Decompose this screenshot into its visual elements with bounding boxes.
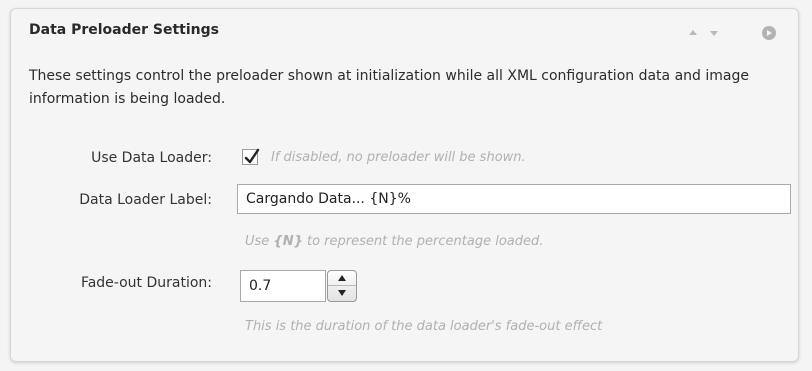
- data-loader-label-input[interactable]: [237, 184, 791, 214]
- data-loader-label-hint: Use {N} to represent the percentage load…: [245, 234, 543, 249]
- use-data-loader-checkbox[interactable]: [242, 148, 260, 165]
- reorder-controls: [689, 30, 718, 36]
- hint-suffix: to represent the percentage loaded.: [306, 234, 544, 249]
- panel-title: Data Preloader Settings: [29, 22, 219, 38]
- use-data-loader-label: Use Data Loader:: [91, 150, 212, 166]
- use-data-loader-hint: If disabled, no preloader will be shown.: [271, 150, 526, 165]
- hint-prefix: Use: [245, 234, 270, 249]
- move-up-icon[interactable]: [689, 30, 697, 35]
- collapse-toggle-icon[interactable]: [762, 26, 776, 40]
- fade-out-duration-label: Fade-out Duration:: [80, 275, 212, 291]
- data-loader-label-label: Data Loader Label:: [79, 192, 212, 208]
- panel-description: These settings control the preloader sho…: [29, 68, 749, 107]
- move-down-icon[interactable]: [710, 31, 718, 36]
- fade-out-duration-hint: This is the duration of the data loader'…: [245, 319, 603, 334]
- hint-token: {N}: [273, 234, 303, 249]
- fade-out-duration-stepper: [327, 270, 357, 302]
- fade-out-duration-input[interactable]: [240, 270, 326, 302]
- checkmark-icon: [244, 148, 260, 164]
- decrement-icon[interactable]: [328, 286, 356, 301]
- increment-icon[interactable]: [328, 271, 356, 286]
